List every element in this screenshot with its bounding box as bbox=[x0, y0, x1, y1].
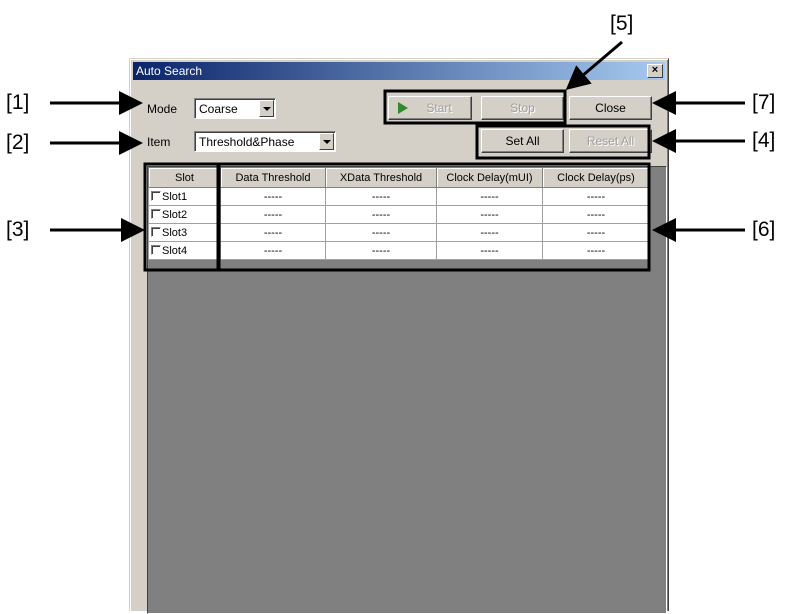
reset-all-button[interactable]: Reset All bbox=[569, 129, 652, 153]
item-label: Item bbox=[147, 135, 171, 149]
reset-all-button-label: Reset All bbox=[586, 134, 635, 148]
table-row: Slot1 ----- ----- ----- ----- bbox=[148, 187, 650, 206]
stop-button-label: Stop bbox=[510, 101, 535, 115]
table-cell: ----- bbox=[436, 241, 543, 260]
callout-5: [5] bbox=[610, 12, 634, 35]
stop-button[interactable]: Stop bbox=[481, 96, 564, 120]
slot-checkbox[interactable] bbox=[151, 190, 161, 201]
slot-cell[interactable]: Slot4 bbox=[148, 241, 221, 260]
mode-select[interactable]: Coarse bbox=[194, 98, 276, 119]
table-cell: ----- bbox=[542, 241, 650, 260]
set-all-button[interactable]: Set All bbox=[481, 129, 564, 153]
table-row: Slot4 ----- ----- ----- ----- bbox=[148, 241, 650, 260]
table-row: Slot3 ----- ----- ----- ----- bbox=[148, 223, 650, 242]
table-cell: ----- bbox=[325, 205, 437, 224]
slot-cell[interactable]: Slot1 bbox=[148, 187, 221, 206]
slot-label: Slot3 bbox=[162, 226, 188, 239]
table-cell: ----- bbox=[436, 223, 543, 242]
table-cell: ----- bbox=[325, 223, 437, 242]
close-button-label: Close bbox=[595, 101, 626, 115]
table-cell: ----- bbox=[436, 187, 543, 206]
table-cell: ----- bbox=[542, 205, 650, 224]
slot-label: Slot2 bbox=[162, 208, 188, 221]
callout-3: [3] bbox=[6, 218, 30, 241]
table-cell: ----- bbox=[542, 187, 650, 206]
table-cell: ----- bbox=[220, 241, 326, 260]
mode-select-value: Coarse bbox=[199, 102, 238, 116]
column-header-slot[interactable]: Slot bbox=[148, 167, 221, 188]
chevron-down-icon[interactable] bbox=[319, 133, 334, 150]
auto-search-window: Auto Search × Mode Coarse Item Threshold… bbox=[129, 58, 669, 614]
column-header-clock-delay-ps[interactable]: Clock Delay(ps) bbox=[542, 167, 650, 188]
table-cell: ----- bbox=[436, 205, 543, 224]
slot-cell[interactable]: Slot2 bbox=[148, 205, 221, 224]
slot-cell[interactable]: Slot3 bbox=[148, 223, 221, 242]
start-button[interactable]: Start bbox=[388, 96, 472, 120]
callout-2: [2] bbox=[6, 131, 30, 154]
table-cell: ----- bbox=[325, 241, 437, 260]
table-cell: ----- bbox=[220, 223, 326, 242]
table-cell: ----- bbox=[220, 205, 326, 224]
mode-label: Mode bbox=[147, 102, 178, 116]
column-header-data-threshold[interactable]: Data Threshold bbox=[220, 167, 326, 188]
window-title: Auto Search bbox=[136, 64, 203, 78]
close-button[interactable]: Close bbox=[569, 96, 652, 120]
window-close-icon[interactable]: × bbox=[647, 64, 663, 78]
table-cell: ----- bbox=[325, 187, 437, 206]
set-all-button-label: Set All bbox=[505, 134, 540, 148]
table-row: Slot2 ----- ----- ----- ----- bbox=[148, 205, 650, 224]
chevron-down-icon[interactable] bbox=[259, 100, 274, 117]
slot-checkbox[interactable] bbox=[151, 226, 161, 237]
callout-4: [4] bbox=[752, 129, 776, 152]
item-select[interactable]: Threshold&Phase bbox=[194, 131, 336, 152]
results-grid[interactable]: Slot Data Threshold XData Threshold Cloc… bbox=[147, 166, 667, 614]
slot-checkbox[interactable] bbox=[151, 244, 161, 255]
slot-label: Slot4 bbox=[162, 244, 188, 257]
column-header-xdata-threshold[interactable]: XData Threshold bbox=[325, 167, 437, 188]
slot-checkbox[interactable] bbox=[151, 208, 161, 219]
slot-label: Slot1 bbox=[162, 190, 188, 203]
callout-1: [1] bbox=[6, 91, 30, 114]
start-button-label: Start bbox=[426, 101, 452, 115]
title-bar[interactable]: Auto Search × bbox=[133, 62, 665, 80]
callout-7: [7] bbox=[752, 91, 776, 114]
table-cell: ----- bbox=[220, 187, 326, 206]
item-select-value: Threshold&Phase bbox=[199, 135, 295, 149]
callout-6: [6] bbox=[752, 218, 776, 241]
column-header-clock-delay-mui[interactable]: Clock Delay(mUI) bbox=[436, 167, 543, 188]
table-cell: ----- bbox=[542, 223, 650, 242]
table-header-row: Slot Data Threshold XData Threshold Cloc… bbox=[148, 167, 650, 188]
results-table: Slot Data Threshold XData Threshold Cloc… bbox=[148, 167, 650, 260]
